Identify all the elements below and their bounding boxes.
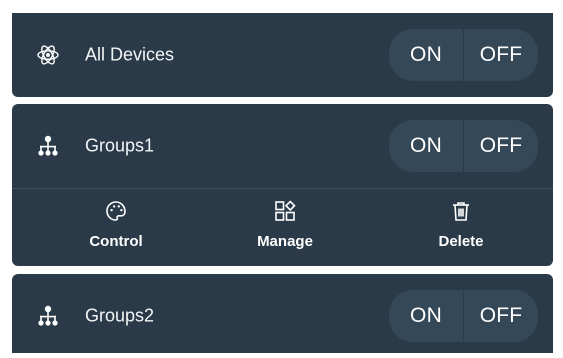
atom-icon (36, 43, 60, 67)
all-devices-on-button[interactable]: ON (389, 29, 463, 81)
control-label: Control (89, 233, 143, 250)
network-icon (36, 134, 60, 158)
groups1-on-button[interactable]: ON (389, 120, 463, 172)
manage-label: Manage (257, 233, 313, 250)
all-devices-toggle: ON OFF (389, 29, 538, 81)
delete-button[interactable]: Delete (401, 199, 521, 250)
groups1-row[interactable]: Groups1 ON OFF (12, 104, 553, 188)
palette-icon (104, 199, 128, 223)
all-devices-off-button[interactable]: OFF (463, 29, 538, 81)
groups1-panel: Groups1 ON OFF Control Manage Delete (12, 104, 553, 266)
groups2-toggle: ON OFF (389, 290, 538, 342)
delete-label: Delete (438, 233, 484, 250)
groups1-toggle: ON OFF (389, 120, 538, 172)
apps-icon (273, 199, 297, 223)
groups2-panel: Groups2 ON OFF (12, 274, 553, 353)
groups2-off-button[interactable]: OFF (463, 290, 538, 342)
all-devices-row[interactable]: All Devices ON OFF (12, 13, 553, 97)
groups2-row[interactable]: Groups2 ON OFF (12, 274, 553, 358)
manage-button[interactable]: Manage (225, 199, 345, 250)
groups1-off-button[interactable]: OFF (463, 120, 538, 172)
groups1-label: Groups1 (85, 135, 155, 156)
groups2-label: Groups2 (85, 305, 155, 326)
trash-icon (449, 199, 473, 223)
network-icon (36, 304, 60, 328)
control-button[interactable]: Control (56, 199, 176, 250)
all-devices-label: All Devices (85, 44, 175, 65)
groups1-actions: Control Manage Delete (12, 188, 553, 273)
groups2-on-button[interactable]: ON (389, 290, 463, 342)
all-devices-panel: All Devices ON OFF (12, 13, 553, 97)
